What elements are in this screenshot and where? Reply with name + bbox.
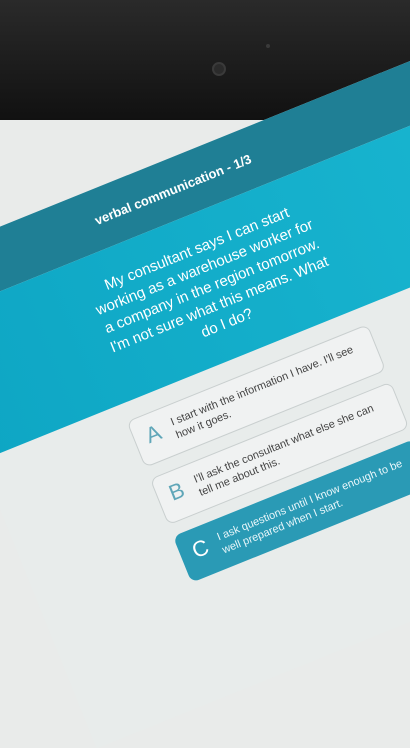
camera-indicator-icon	[266, 44, 270, 48]
quiz-screen: verbal communication - 1/3 My consultant…	[0, 56, 410, 748]
webcam-icon	[212, 62, 226, 76]
answer-letter: B	[165, 476, 189, 506]
answer-letter: A	[141, 419, 165, 449]
answer-letter: C	[188, 533, 213, 564]
